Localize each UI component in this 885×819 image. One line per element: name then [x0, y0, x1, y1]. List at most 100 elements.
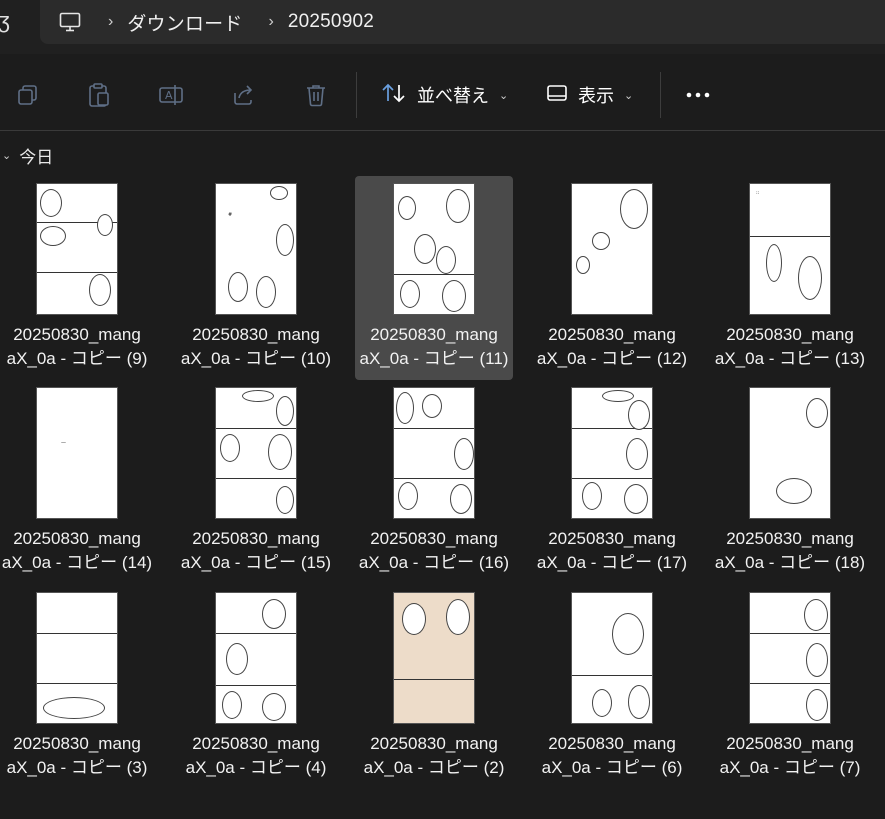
- toolbar-divider: [660, 72, 661, 118]
- thumbnail-detail: [276, 224, 294, 256]
- file-name: 20250830_mang aX_0a - コピー (15): [177, 527, 335, 575]
- file-name: 20250830_mang aX_0a - コピー (18): [711, 527, 869, 575]
- file-tile[interactable]: 20250830_mang aX_0a - コピー (12): [533, 176, 691, 380]
- thumbnail-detail: [40, 226, 66, 246]
- file-tile[interactable]: 20250830_mang aX_0a - コピー (3): [0, 585, 156, 789]
- thumbnail-detail: [276, 396, 294, 426]
- thumbnail-detail: [43, 697, 105, 719]
- back-glyph: ʒ: [0, 8, 10, 33]
- breadcrumb-folder[interactable]: 20250902: [288, 11, 374, 33]
- chevron-right-icon[interactable]: ›: [269, 13, 274, 31]
- file-tile[interactable]: 20250830_mang aX_0a - コピー (11): [355, 176, 513, 380]
- file-name: 20250830_mang aX_0a - コピー (2): [355, 732, 513, 780]
- file-tile[interactable]: :: 20250830_mangaX_0a - コピー (13): [711, 176, 869, 380]
- thumbnail-detail: [750, 236, 830, 237]
- thumbnail-detail: [628, 685, 650, 719]
- thumbnail-detail: [40, 189, 62, 217]
- thumbnail-detail: [436, 246, 456, 274]
- thumbnail-detail: [37, 683, 117, 684]
- breadcrumb-downloads[interactable]: ダウンロード: [127, 9, 242, 36]
- file-name-line1: 20250830_mang: [192, 529, 320, 548]
- file-tile[interactable]: 20250830_mang aX_0a - コピー (4): [177, 585, 335, 789]
- file-name-line1: 20250830_mang: [548, 734, 676, 753]
- title-region: ʒ › ダウンロード › 20250902: [0, 0, 885, 54]
- thumbnail-detail: [256, 276, 276, 308]
- thumbnail-detail: [450, 484, 472, 514]
- more-icon[interactable]: [685, 82, 711, 108]
- thumbnail-detail: [216, 478, 296, 479]
- toolbar-divider: [356, 72, 357, 118]
- thumbnail-detail: [776, 478, 812, 504]
- copy-icon[interactable]: [15, 82, 41, 108]
- file-name-line2: aX_0a - コピー (6): [541, 758, 683, 777]
- thumbnail-detail: [37, 633, 117, 634]
- file-name-line2: aX_0a - コピー (18): [714, 553, 866, 572]
- thumbnail-detail: [750, 633, 830, 634]
- thumbnail-detail: [394, 679, 474, 680]
- file-name-line2: aX_0a - コピー (3): [6, 758, 148, 777]
- file-name-line1: 20250830_mang: [370, 325, 498, 344]
- file-thumbnail: [572, 388, 652, 518]
- file-name-line2: aX_0a - コピー (17): [536, 553, 688, 572]
- file-name-line2: aX_0a - コピー (15): [180, 553, 332, 572]
- paste-icon[interactable]: [86, 82, 112, 108]
- sort-label: 並べ替え: [417, 86, 489, 106]
- file-name-line2: aX_0a - コピー (2): [363, 758, 505, 777]
- file-name-line2: aX_0a - コピー (13): [714, 349, 866, 368]
- file-name-line1: 20250830_mang: [726, 529, 854, 548]
- file-name: 20250830_mang aX_0a - コピー (10): [177, 323, 335, 371]
- file-name-line1: 20250830_mang: [192, 734, 320, 753]
- file-name-line1: 20250830_mang: [726, 325, 854, 344]
- file-tile[interactable]: 20250830_mang aX_0a - コピー (7): [711, 585, 869, 789]
- view-button[interactable]: 表示 ⌄: [546, 78, 633, 112]
- thumbnail-detail: ::: [756, 190, 760, 196]
- thumbnail-detail: [398, 482, 418, 510]
- file-tile[interactable]: 20250830_mang aX_0a - コピー (18): [711, 380, 869, 584]
- address-bar[interactable]: › ダウンロード › 20250902: [40, 0, 885, 44]
- thumbnail-detail: [446, 189, 470, 223]
- file-tile[interactable]: 20250830_mang aX_0a - コピー (9): [0, 176, 156, 380]
- sort-button[interactable]: 並べ替え ⌄: [381, 78, 508, 112]
- file-tile[interactable]: #20250830_mang aX_0a - コピー (10): [177, 176, 335, 380]
- trash-icon[interactable]: [303, 82, 329, 108]
- chevron-down-icon[interactable]: ⌄: [2, 149, 11, 162]
- monitor-icon[interactable]: [58, 10, 82, 34]
- thumbnail-detail: [422, 394, 442, 418]
- thumbnail-detail: [572, 675, 652, 676]
- file-name: 20250830_mang aX_0a - コピー (13): [711, 323, 869, 371]
- file-tile[interactable]: 20250830_mang aX_0a - コピー (2): [355, 585, 513, 789]
- rename-icon[interactable]: A: [158, 82, 184, 108]
- file-name-line1: 20250830_mang: [548, 529, 676, 548]
- thumbnail-detail: [446, 599, 470, 635]
- thumbnail-detail: [612, 613, 644, 655]
- file-tile[interactable]: 20250830_mang aX_0a - コピー (17): [533, 380, 691, 584]
- thumbnail-detail: [394, 274, 474, 275]
- thumbnail-detail: [628, 400, 650, 430]
- file-tile[interactable]: 20250830_mang aX_0a - コピー (16): [355, 380, 513, 584]
- thumbnail-detail: [216, 428, 296, 429]
- file-tile[interactable]: 20250830_mang aX_0a - コピー (15): [177, 380, 335, 584]
- file-tile[interactable]: 20250830_mang aX_0a - コピー (6): [533, 585, 691, 789]
- file-name-line2: aX_0a - コピー (9): [6, 349, 148, 368]
- chevron-down-icon: ⌄: [499, 89, 509, 102]
- file-name: 20250830_mang aX_0a - コピー (17): [533, 527, 691, 575]
- file-thumbnail: [394, 184, 474, 314]
- thumbnail-detail: [602, 390, 634, 402]
- thumbnail-detail: [798, 256, 822, 300]
- file-name-line1: 20250830_mang: [370, 734, 498, 753]
- share-icon[interactable]: [230, 82, 256, 108]
- thumbnail-detail: #: [228, 212, 233, 218]
- file-tile[interactable]: — 20250830_mang aX_0a - コピー (14): [0, 380, 156, 584]
- thumbnail-detail: [268, 434, 292, 470]
- file-name-line1: 20250830_mang: [13, 734, 141, 753]
- file-thumbnail: [37, 184, 117, 314]
- file-name-line1: 20250830_mang: [13, 529, 141, 548]
- thumbnail-detail: —: [61, 440, 66, 446]
- thumbnail-detail: [262, 693, 286, 721]
- chevron-right-icon[interactable]: ›: [108, 13, 113, 31]
- group-header-today[interactable]: ⌄ 今日: [0, 143, 53, 167]
- file-name: 20250830_mang aX_0a - コピー (16): [355, 527, 513, 575]
- file-name-line1: 20250830_mang: [548, 325, 676, 344]
- thumbnail-detail: [582, 482, 602, 510]
- thumbnail-detail: [97, 214, 113, 236]
